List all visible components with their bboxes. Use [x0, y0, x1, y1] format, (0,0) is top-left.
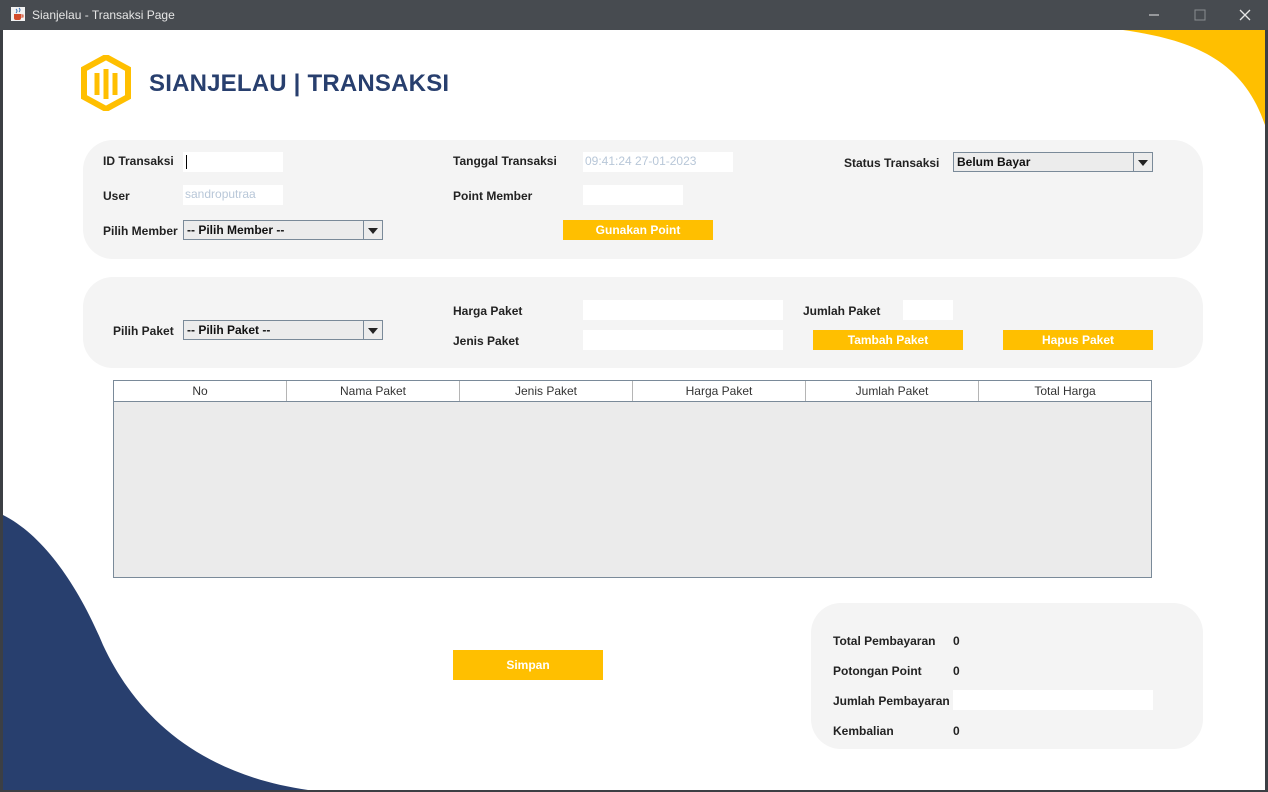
point-member-field[interactable]: [583, 185, 683, 205]
pilih-member-label: Pilih Member: [103, 224, 178, 238]
paket-table[interactable]: No Nama Paket Jenis Paket Harga Paket Ju…: [113, 380, 1152, 578]
id-transaksi-label: ID Transaksi: [103, 154, 174, 168]
harga-paket-field[interactable]: [583, 300, 783, 320]
page-title: SIANJELAU | TRANSAKSI: [149, 70, 450, 97]
main-content: SIANJELAU | TRANSAKSI ID Transaksi User …: [3, 30, 1265, 790]
column-header-total-harga[interactable]: Total Harga: [979, 381, 1151, 401]
jumlah-paket-label: Jumlah Paket: [803, 304, 881, 318]
window-titlebar[interactable]: Sianjelau - Transaksi Page: [0, 0, 1268, 30]
window-title: Sianjelau - Transaksi Page: [32, 8, 175, 22]
hexagon-logo-icon: [81, 55, 131, 111]
harga-paket-label: Harga Paket: [453, 304, 523, 318]
potongan-point-label: Potongan Point: [833, 664, 922, 678]
jumlah-paket-input[interactable]: [903, 300, 953, 320]
pilih-paket-label: Pilih Paket: [113, 324, 174, 338]
status-transaksi-label: Status Transaksi: [844, 156, 940, 170]
close-icon: [1239, 9, 1251, 21]
table-header: No Nama Paket Jenis Paket Harga Paket Ju…: [114, 381, 1151, 402]
chevron-down-icon[interactable]: [363, 321, 382, 339]
jenis-paket-field[interactable]: [583, 330, 783, 350]
pilih-paket-value: -- Pilih Paket --: [187, 323, 271, 337]
chevron-down-icon[interactable]: [363, 221, 382, 239]
column-header-jumlah-paket[interactable]: Jumlah Paket: [806, 381, 979, 401]
tanggal-transaksi-label: Tanggal Transaksi: [453, 154, 557, 168]
text-caret: [186, 155, 187, 169]
column-header-harga-paket[interactable]: Harga Paket: [633, 381, 806, 401]
jumlah-pembayaran-input[interactable]: [953, 690, 1153, 710]
java-cup-icon: [11, 7, 25, 21]
minimize-icon: [1149, 14, 1159, 16]
minimize-button[interactable]: [1131, 0, 1177, 30]
tanggal-transaksi-field[interactable]: 09:41:24 27-01-2023: [583, 152, 733, 172]
simpan-button[interactable]: Simpan: [453, 650, 603, 680]
total-pembayaran-label: Total Pembayaran: [833, 634, 936, 648]
pilih-paket-select[interactable]: -- Pilih Paket --: [183, 320, 383, 340]
kembalian-label: Kembalian: [833, 724, 894, 738]
total-pembayaran-value: 0: [953, 634, 960, 648]
kembalian-value: 0: [953, 724, 960, 738]
maximize-button[interactable]: [1177, 0, 1223, 30]
id-transaksi-input[interactable]: [183, 152, 283, 172]
column-header-jenis-paket[interactable]: Jenis Paket: [460, 381, 633, 401]
potongan-point-value: 0: [953, 664, 960, 678]
column-header-nama-paket[interactable]: Nama Paket: [287, 381, 460, 401]
status-transaksi-value: Belum Bayar: [957, 155, 1031, 169]
column-header-no[interactable]: No: [114, 381, 287, 401]
close-button[interactable]: [1222, 0, 1268, 30]
chevron-down-icon[interactable]: [1133, 153, 1152, 171]
user-label: User: [103, 189, 130, 203]
status-transaksi-select[interactable]: Belum Bayar: [953, 152, 1153, 172]
tambah-paket-button[interactable]: Tambah Paket: [813, 330, 963, 350]
jenis-paket-label: Jenis Paket: [453, 334, 520, 348]
user-field[interactable]: sandroputraa: [183, 185, 283, 205]
pilih-member-value: -- Pilih Member --: [187, 223, 285, 237]
hapus-paket-button[interactable]: Hapus Paket: [1003, 330, 1153, 350]
pilih-member-select[interactable]: -- Pilih Member --: [183, 220, 383, 240]
point-member-label: Point Member: [453, 189, 533, 203]
gunakan-point-button[interactable]: Gunakan Point: [563, 220, 713, 240]
maximize-icon: [1194, 9, 1206, 21]
jumlah-pembayaran-label: Jumlah Pembayaran: [833, 694, 950, 708]
